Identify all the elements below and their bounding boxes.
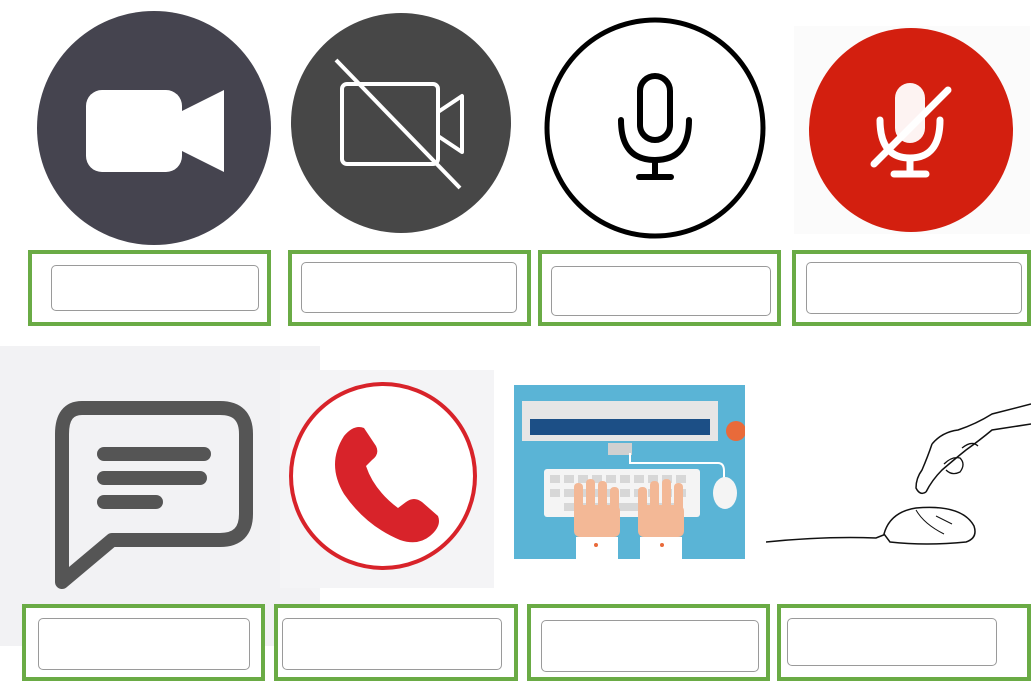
answer-box-3 [538,250,781,326]
mouse-click-icon [766,384,1031,570]
answer-box-8 [777,604,1031,681]
microphone-muted-icon [794,26,1030,234]
answer-box-7 [527,604,770,681]
answer-input-8[interactable] [787,618,997,666]
chat-bubble-icon [0,346,320,646]
answer-input-5[interactable] [38,618,250,670]
answer-box-2 [288,250,531,326]
answer-input-2[interactable] [301,262,517,313]
microphone-icon [543,16,767,240]
answer-box-5 [22,604,265,681]
keyboard-typing-icon [514,385,745,559]
answer-box-4 [792,250,1031,326]
answer-input-7[interactable] [541,620,759,672]
answer-input-4[interactable] [806,262,1022,314]
phone-call-icon [280,370,494,588]
answer-input-1[interactable] [51,265,259,311]
answer-input-3[interactable] [551,266,771,316]
video-camera-icon [36,10,272,246]
answer-box-1 [28,250,271,326]
video-camera-off-icon [290,12,512,234]
answer-input-6[interactable] [282,618,502,670]
answer-box-6 [274,604,518,681]
